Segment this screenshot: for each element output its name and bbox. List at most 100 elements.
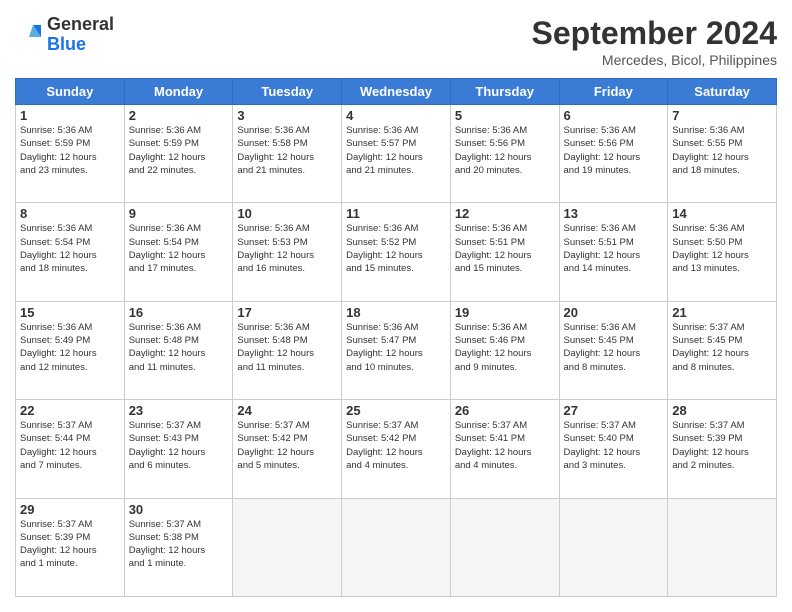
cell-info-line: Sunset: 5:56 PM bbox=[455, 137, 555, 150]
cell-info-line: Daylight: 12 hours bbox=[346, 151, 446, 164]
cell-info-line: and 3 minutes. bbox=[564, 459, 664, 472]
cell-info-line: Daylight: 12 hours bbox=[672, 249, 772, 262]
cell-info-line: Sunset: 5:49 PM bbox=[20, 334, 120, 347]
cell-info-line: and 9 minutes. bbox=[455, 361, 555, 374]
cell-info-line: Sunrise: 5:37 AM bbox=[20, 419, 120, 432]
cell-info-line: and 8 minutes. bbox=[564, 361, 664, 374]
cell-info-line: Sunrise: 5:36 AM bbox=[564, 124, 664, 137]
cell-info-line: Daylight: 12 hours bbox=[455, 446, 555, 459]
calendar-cell: 19Sunrise: 5:36 AMSunset: 5:46 PMDayligh… bbox=[450, 301, 559, 399]
cell-info-line: Sunrise: 5:37 AM bbox=[455, 419, 555, 432]
day-number: 26 bbox=[455, 403, 555, 418]
cell-info-line: Sunset: 5:47 PM bbox=[346, 334, 446, 347]
cell-info-line: Sunset: 5:56 PM bbox=[564, 137, 664, 150]
cell-info-line: Sunset: 5:48 PM bbox=[129, 334, 229, 347]
day-number: 12 bbox=[455, 206, 555, 221]
month-title: September 2024 bbox=[532, 15, 777, 52]
page: General Blue September 2024 Mercedes, Bi… bbox=[0, 0, 792, 612]
day-number: 3 bbox=[237, 108, 337, 123]
header: General Blue September 2024 Mercedes, Bi… bbox=[15, 15, 777, 68]
calendar-week-row: 1Sunrise: 5:36 AMSunset: 5:59 PMDaylight… bbox=[16, 105, 777, 203]
calendar-week-row: 8Sunrise: 5:36 AMSunset: 5:54 PMDaylight… bbox=[16, 203, 777, 301]
cell-info-line: Sunrise: 5:36 AM bbox=[237, 124, 337, 137]
cell-info-line: Daylight: 12 hours bbox=[455, 347, 555, 360]
calendar-table: SundayMondayTuesdayWednesdayThursdayFrid… bbox=[15, 78, 777, 597]
cell-info-line: Daylight: 12 hours bbox=[672, 446, 772, 459]
cell-info-line: Sunset: 5:59 PM bbox=[20, 137, 120, 150]
cell-info-line: and 18 minutes. bbox=[20, 262, 120, 275]
calendar-cell: 28Sunrise: 5:37 AMSunset: 5:39 PMDayligh… bbox=[668, 400, 777, 498]
cell-info-line: Daylight: 12 hours bbox=[20, 151, 120, 164]
cell-info-line: Sunset: 5:43 PM bbox=[129, 432, 229, 445]
cell-info-line: Sunset: 5:50 PM bbox=[672, 236, 772, 249]
cell-info-line: Daylight: 12 hours bbox=[564, 446, 664, 459]
cell-info-line: Daylight: 12 hours bbox=[237, 446, 337, 459]
day-number: 15 bbox=[20, 305, 120, 320]
cell-info-line: Sunrise: 5:36 AM bbox=[346, 321, 446, 334]
cell-info-line: Sunrise: 5:37 AM bbox=[129, 518, 229, 531]
calendar-cell: 15Sunrise: 5:36 AMSunset: 5:49 PMDayligh… bbox=[16, 301, 125, 399]
cell-info-line: and 21 minutes. bbox=[237, 164, 337, 177]
calendar-cell: 13Sunrise: 5:36 AMSunset: 5:51 PMDayligh… bbox=[559, 203, 668, 301]
cell-info-line: Sunset: 5:54 PM bbox=[129, 236, 229, 249]
calendar-cell bbox=[668, 498, 777, 596]
day-number: 14 bbox=[672, 206, 772, 221]
cell-info-line: Sunset: 5:55 PM bbox=[672, 137, 772, 150]
cell-info-line: Sunset: 5:45 PM bbox=[564, 334, 664, 347]
cell-info-line: and 2 minutes. bbox=[672, 459, 772, 472]
col-header-wednesday: Wednesday bbox=[342, 79, 451, 105]
cell-info-line: Daylight: 12 hours bbox=[20, 446, 120, 459]
day-number: 4 bbox=[346, 108, 446, 123]
day-number: 8 bbox=[20, 206, 120, 221]
cell-info-line: Daylight: 12 hours bbox=[672, 347, 772, 360]
logo-general: General bbox=[47, 14, 114, 34]
cell-info-line: and 1 minute. bbox=[20, 557, 120, 570]
calendar-cell: 14Sunrise: 5:36 AMSunset: 5:50 PMDayligh… bbox=[668, 203, 777, 301]
cell-info-line: Sunset: 5:48 PM bbox=[237, 334, 337, 347]
cell-info-line: and 6 minutes. bbox=[129, 459, 229, 472]
cell-info-line: and 10 minutes. bbox=[346, 361, 446, 374]
cell-info-line: and 15 minutes. bbox=[455, 262, 555, 275]
col-header-sunday: Sunday bbox=[16, 79, 125, 105]
cell-info-line: Daylight: 12 hours bbox=[20, 544, 120, 557]
calendar-cell: 23Sunrise: 5:37 AMSunset: 5:43 PMDayligh… bbox=[124, 400, 233, 498]
cell-info-line: and 15 minutes. bbox=[346, 262, 446, 275]
day-number: 18 bbox=[346, 305, 446, 320]
cell-info-line: Sunset: 5:46 PM bbox=[455, 334, 555, 347]
cell-info-line: Daylight: 12 hours bbox=[237, 347, 337, 360]
title-block: September 2024 Mercedes, Bicol, Philippi… bbox=[532, 15, 777, 68]
calendar-cell: 30Sunrise: 5:37 AMSunset: 5:38 PMDayligh… bbox=[124, 498, 233, 596]
day-number: 20 bbox=[564, 305, 664, 320]
day-number: 11 bbox=[346, 206, 446, 221]
cell-info-line: Sunset: 5:54 PM bbox=[20, 236, 120, 249]
cell-info-line: Sunrise: 5:36 AM bbox=[20, 321, 120, 334]
day-number: 9 bbox=[129, 206, 229, 221]
cell-info-line: Sunrise: 5:36 AM bbox=[237, 321, 337, 334]
calendar-cell: 3Sunrise: 5:36 AMSunset: 5:58 PMDaylight… bbox=[233, 105, 342, 203]
cell-info-line: Sunrise: 5:36 AM bbox=[20, 222, 120, 235]
calendar-cell: 6Sunrise: 5:36 AMSunset: 5:56 PMDaylight… bbox=[559, 105, 668, 203]
cell-info-line: Sunrise: 5:37 AM bbox=[564, 419, 664, 432]
cell-info-line: Sunset: 5:59 PM bbox=[129, 137, 229, 150]
cell-info-line: Daylight: 12 hours bbox=[129, 347, 229, 360]
calendar-cell: 1Sunrise: 5:36 AMSunset: 5:59 PMDaylight… bbox=[16, 105, 125, 203]
cell-info-line: Sunset: 5:39 PM bbox=[672, 432, 772, 445]
cell-info-line: Daylight: 12 hours bbox=[346, 347, 446, 360]
cell-info-line: Sunrise: 5:36 AM bbox=[455, 124, 555, 137]
calendar-week-row: 15Sunrise: 5:36 AMSunset: 5:49 PMDayligh… bbox=[16, 301, 777, 399]
cell-info-line: and 14 minutes. bbox=[564, 262, 664, 275]
cell-info-line: Sunset: 5:42 PM bbox=[346, 432, 446, 445]
cell-info-line: Daylight: 12 hours bbox=[672, 151, 772, 164]
cell-info-line: Daylight: 12 hours bbox=[129, 151, 229, 164]
cell-info-line: Sunset: 5:44 PM bbox=[20, 432, 120, 445]
calendar-cell: 12Sunrise: 5:36 AMSunset: 5:51 PMDayligh… bbox=[450, 203, 559, 301]
day-number: 30 bbox=[129, 502, 229, 517]
day-number: 28 bbox=[672, 403, 772, 418]
cell-info-line: and 7 minutes. bbox=[20, 459, 120, 472]
cell-info-line: Sunrise: 5:36 AM bbox=[672, 124, 772, 137]
day-number: 2 bbox=[129, 108, 229, 123]
cell-info-line: and 18 minutes. bbox=[672, 164, 772, 177]
cell-info-line: Sunrise: 5:36 AM bbox=[564, 321, 664, 334]
col-header-tuesday: Tuesday bbox=[233, 79, 342, 105]
cell-info-line: and 5 minutes. bbox=[237, 459, 337, 472]
